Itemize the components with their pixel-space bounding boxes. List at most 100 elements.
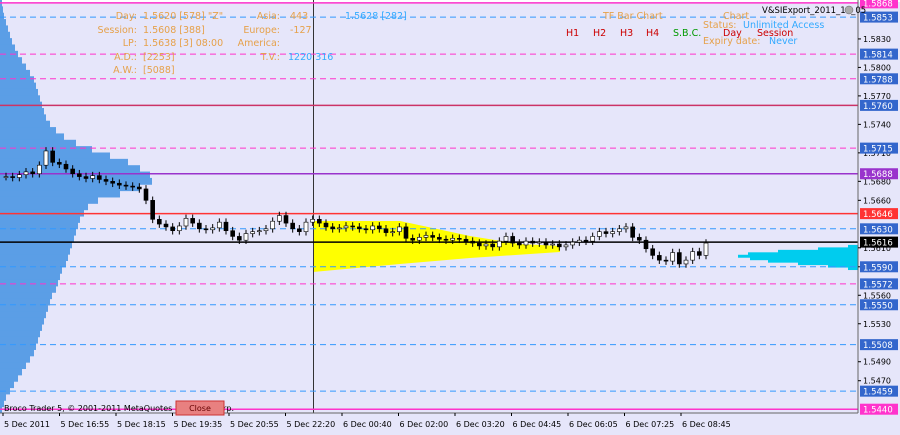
- candle-body: [290, 222, 295, 230]
- candle-body: [697, 251, 702, 256]
- volume-bar-left: [0, 82, 36, 90]
- candle-body: [703, 242, 709, 256]
- candle-body: [163, 223, 169, 228]
- candle-body: [97, 175, 102, 180]
- volume-bar-left: [0, 355, 30, 363]
- candle-body: [77, 173, 82, 177]
- price-chart[interactable]: 1.58301.58001.57701.57401.57101.56801.56…: [0, 0, 900, 435]
- candle-body: [483, 243, 489, 247]
- candle-body: [17, 174, 22, 178]
- candle-body: [343, 225, 349, 229]
- volume-bar-left: [0, 19, 6, 26]
- volume-bar-left: [0, 165, 140, 173]
- session-button[interactable]: Session: [757, 28, 793, 39]
- time-tick-label: 6 Dec 02:00: [400, 420, 449, 429]
- candle-body: [203, 228, 209, 231]
- aw-value: [5088]: [143, 65, 175, 76]
- candle-body: [37, 164, 42, 175]
- volume-bar-left: [0, 247, 70, 255]
- level-tag-text: 1.5440: [863, 406, 893, 416]
- candle-body: [597, 231, 602, 237]
- price-tick-label: 1.5470: [863, 377, 891, 386]
- volume-bar-left: [0, 12, 4, 20]
- candle-body: [397, 226, 402, 232]
- volume-bar-left: [0, 266, 62, 274]
- candle-body: [617, 228, 622, 232]
- candle-body: [230, 230, 235, 237]
- tv-value: 1220 316: [288, 52, 333, 63]
- candle-body: [257, 230, 262, 233]
- volume-bar-left: [0, 374, 18, 382]
- time-axis-ticks: 5 Dec 2011 5 Dec 16:55 5 Dec 18:15 5 Dec 19…: [2, 413, 731, 429]
- day-button[interactable]: Day: [723, 28, 742, 39]
- candle-body: [117, 182, 122, 186]
- candle-body: [643, 239, 649, 250]
- candle-body: [650, 248, 655, 256]
- tf-button-h1[interactable]: H1: [566, 28, 579, 39]
- price-tick-label: 1.5740: [863, 120, 891, 129]
- candle-body: [370, 225, 375, 231]
- candle-body: [197, 222, 202, 230]
- candle-body: [63, 163, 69, 170]
- candle-body: [450, 238, 455, 241]
- level-tag-text: 1.5853: [863, 14, 893, 24]
- volume-bar-left: [0, 95, 40, 103]
- candle-body: [170, 226, 175, 232]
- price-tick-label: 1.5830: [863, 35, 891, 44]
- volume-bar-left: [0, 139, 76, 147]
- tf-button-h2[interactable]: H2: [593, 28, 606, 39]
- candle-body: [130, 185, 135, 188]
- candle-body: [550, 243, 555, 246]
- candle-body: [303, 221, 309, 232]
- candle-body: [283, 215, 289, 224]
- candle-body: [490, 243, 495, 248]
- time-tick-label: 5 Dec 16:55: [61, 420, 110, 429]
- level-tag-text: 1.5868: [863, 0, 893, 9]
- candle-body: [223, 221, 229, 232]
- candle-body: [330, 226, 335, 230]
- candle-body: [323, 222, 329, 228]
- time-tick-label: 6 Dec 03:20: [456, 420, 505, 429]
- level-tag-text: 1.5550: [863, 301, 893, 311]
- candle-body: [603, 231, 609, 234]
- candle-body: [690, 251, 695, 261]
- volume-bar-right: [848, 267, 858, 271]
- asia-price: 1.5628 [282]: [345, 11, 407, 22]
- candle-body: [43, 150, 49, 166]
- level-tag-text: 1.5715: [863, 145, 893, 155]
- tf-button-h4[interactable]: H4: [646, 28, 659, 39]
- candle-body: [30, 171, 35, 175]
- candle-body: [357, 226, 362, 230]
- day-label: Day:: [116, 11, 137, 22]
- volume-bar-left: [0, 285, 56, 293]
- asia-value: 443: [290, 11, 308, 22]
- candle-body: [537, 241, 542, 244]
- candle-body: [50, 150, 55, 163]
- candle-body: [310, 219, 315, 223]
- volume-bar-left: [0, 88, 38, 96]
- volume-bar-left: [0, 311, 46, 319]
- candle-body: [270, 220, 275, 230]
- candle-body: [503, 236, 509, 242]
- candle-body: [437, 237, 442, 240]
- price-tick-label: 1.5490: [863, 358, 891, 367]
- close-button-label[interactable]: Close: [189, 404, 211, 413]
- candle-body: [363, 228, 369, 231]
- candle-body: [630, 226, 635, 238]
- volume-bar-left: [0, 368, 22, 376]
- candle-body: [530, 240, 535, 244]
- tf-button-h3[interactable]: H3: [620, 28, 633, 39]
- time-tick-label: 5 Dec 19:35: [174, 420, 223, 429]
- tf-title: TF Bar Chart: [602, 11, 663, 22]
- sbc-button[interactable]: S.B.C.: [673, 28, 701, 39]
- volume-bar-left: [0, 292, 52, 300]
- candle-body: [10, 176, 15, 178]
- session-value: 1.5608 [388]: [143, 25, 205, 36]
- window-indicator-icon[interactable]: [844, 5, 854, 15]
- candle-body: [523, 240, 529, 246]
- volume-bar-left: [0, 190, 120, 198]
- time-tick-label: 5 Dec 22:20: [287, 420, 336, 429]
- time-tick-label: 5 Dec 2011: [4, 420, 50, 429]
- volume-bar-left: [0, 330, 40, 338]
- volume-bar-left: [0, 63, 26, 71]
